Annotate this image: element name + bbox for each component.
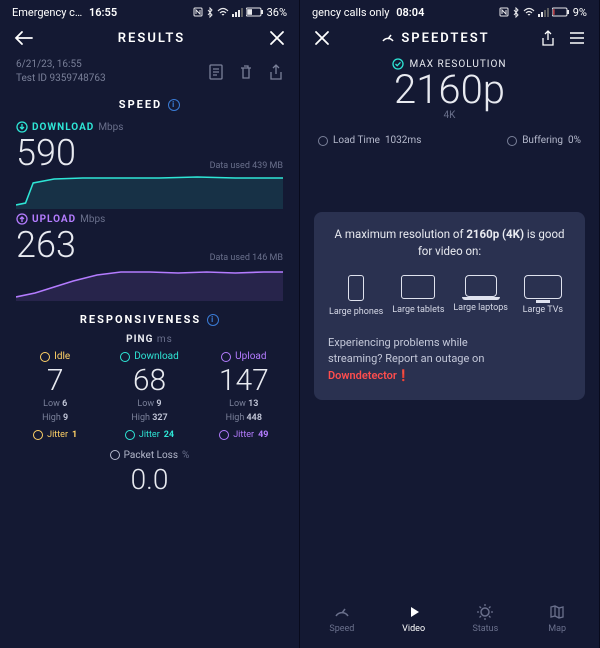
statusbar: gency calls only 08:04 9% <box>300 0 599 22</box>
test-id: Test ID 9359748763 <box>16 72 106 86</box>
ping-download: Download 68 Low 9 High 327 Jitter 24 <box>102 351 196 440</box>
bluetooth-icon <box>512 7 520 18</box>
upload-value: 263 <box>16 227 76 263</box>
battery-percent: 36% <box>267 6 287 19</box>
maxres-sub: 4K <box>300 110 599 121</box>
download-sparkline <box>16 173 283 209</box>
upload-sparkline <box>16 265 283 301</box>
ping-unit: ms <box>157 334 173 345</box>
appbar: SPEEDTEST <box>300 22 599 54</box>
upload-data-used: Data used 146 MB <box>210 253 283 263</box>
card-title: A maximum resolution of 2160p (4K) is go… <box>328 226 571 261</box>
nav-video[interactable]: Video <box>378 603 450 634</box>
device-large-tvs: Large TVs <box>515 275 571 317</box>
test-date: 6/21/23, 16:55 <box>16 58 106 72</box>
ping-idle: Idle 7 Low 6 High 9 Jitter 1 <box>8 351 102 440</box>
download-value: 590 <box>16 135 76 171</box>
close-button[interactable] <box>269 30 285 46</box>
download-label: DOWNLOAD <box>32 122 94 133</box>
speedtest-logo-icon <box>381 31 395 45</box>
upload-block: UPLOAD Mbps 263 Data used 146 MB <box>0 211 299 303</box>
share-icon[interactable] <box>541 30 555 46</box>
statusbar: Emergency c… 16:55 36% <box>0 0 299 22</box>
nav-speed[interactable]: Speed <box>306 603 378 634</box>
close-button[interactable] <box>314 30 330 46</box>
nav-map[interactable]: Map <box>521 603 593 634</box>
idle-icon <box>40 352 50 362</box>
packet-loss-block: Packet Loss % 0.0 <box>0 450 299 496</box>
video-screen: gency calls only 08:04 9% SPEEDTEST MAX … <box>300 0 600 648</box>
jitter-icon <box>125 430 135 440</box>
ping-label: PING <box>126 334 153 345</box>
upload-label: UPLOAD <box>32 214 76 225</box>
download-icon <box>120 352 130 362</box>
nav-status[interactable]: Status <box>450 603 522 634</box>
device-large-phones: Large phones <box>328 275 384 317</box>
test-meta: 6/21/23, 16:55 Test ID 9359748763 <box>0 54 299 94</box>
packet-loss-value: 0.0 <box>0 463 299 496</box>
info-icon[interactable]: i <box>168 99 180 111</box>
results-screen: Emergency c… 16:55 36% RESULTS 6/21/23, … <box>0 0 300 648</box>
idle-value: 7 <box>8 364 102 397</box>
outage-text: Experiencing problems while streaming? R… <box>328 335 571 385</box>
signal-icon <box>232 7 243 17</box>
downdetector-link[interactable]: Downdetector <box>328 369 397 382</box>
back-button[interactable] <box>14 30 34 46</box>
wifi-icon <box>217 7 229 17</box>
download-unit: Mbps <box>98 122 123 133</box>
share-icon[interactable] <box>269 64 283 80</box>
download-ping-value: 68 <box>102 364 196 397</box>
upload-icon <box>221 352 231 362</box>
jitter-icon <box>33 430 43 440</box>
carrier-text: gency calls only <box>312 6 390 19</box>
appbar: RESULTS <box>0 22 299 54</box>
device-large-laptops: Large laptops <box>453 275 509 317</box>
statusbar-time: 16:55 <box>89 6 117 19</box>
menu-icon[interactable] <box>569 30 585 46</box>
info-icon[interactable]: i <box>207 314 219 326</box>
load-time-icon <box>318 136 328 146</box>
buffering-icon <box>507 136 517 146</box>
wifi-icon <box>523 7 535 17</box>
max-resolution: MAX RESOLUTION 2160p 4K <box>300 54 599 129</box>
battery-icon <box>552 7 570 17</box>
download-block: DOWNLOAD Mbps 590 Data used 439 MB <box>0 119 299 211</box>
battery-icon <box>246 7 264 17</box>
notes-icon[interactable] <box>209 64 223 80</box>
device-large-tablets: Large tablets <box>390 275 446 317</box>
resolution-card: A maximum resolution of 2160p (4K) is go… <box>314 212 585 400</box>
page-title: SPEEDTEST <box>401 31 489 46</box>
upload-unit: Mbps <box>80 214 105 225</box>
bluetooth-icon <box>206 7 214 18</box>
statusbar-time: 08:04 <box>396 6 424 19</box>
load-buffer-row: Load Time 1032ms Buffering 0% <box>300 129 599 152</box>
ping-columns: Idle 7 Low 6 High 9 Jitter 1 Download 68… <box>0 351 299 440</box>
upload-ping-value: 147 <box>197 364 291 397</box>
packet-loss-icon <box>110 450 120 460</box>
speed-section-label: SPEED i <box>0 98 299 111</box>
carrier-text: Emergency c… <box>12 6 82 19</box>
battery-percent: 9% <box>573 6 587 19</box>
download-data-used: Data used 439 MB <box>210 161 283 171</box>
nfc-icon <box>499 7 509 17</box>
bottom-nav: Speed Video Status Map <box>300 593 599 648</box>
responsiveness-section-label: RESPONSIVENESS i <box>0 313 299 326</box>
ping-upload: Upload 147 Low 13 High 448 Jitter 49 <box>197 351 291 440</box>
delete-icon[interactable] <box>239 64 253 80</box>
page-title: RESULTS <box>118 31 185 46</box>
nfc-icon <box>193 7 203 17</box>
jitter-icon <box>219 430 229 440</box>
maxres-value: 2160p <box>300 70 599 110</box>
signal-icon <box>538 7 549 17</box>
